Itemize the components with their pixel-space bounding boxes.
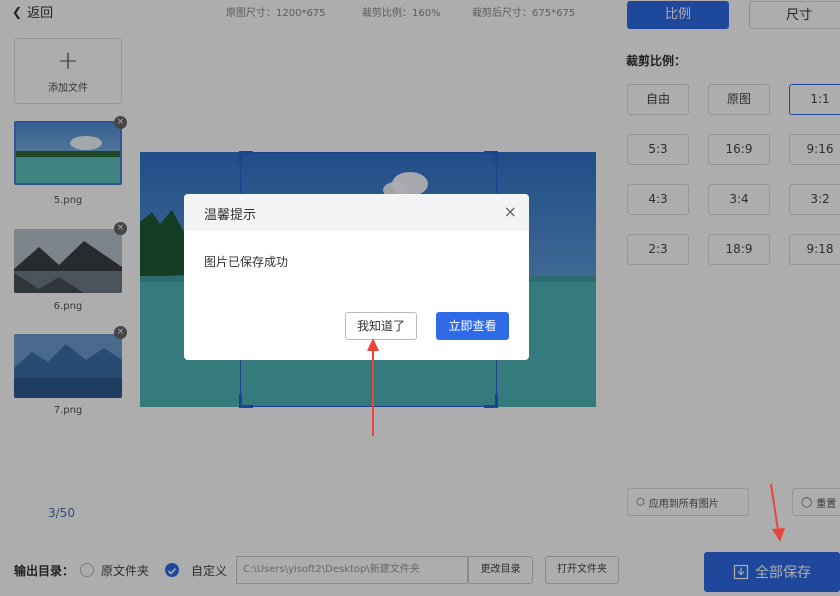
dialog-message: 图片已保存成功 xyxy=(204,255,289,269)
got-it-button[interactable]: 我知道了 xyxy=(345,312,417,340)
dialog-header: 温馨提示 × xyxy=(184,194,529,231)
tip-dialog: 温馨提示 × 图片已保存成功 我知道了 立即查看 xyxy=(184,194,529,360)
view-now-button[interactable]: 立即查看 xyxy=(436,312,509,340)
dialog-title: 温馨提示 xyxy=(204,208,257,223)
close-icon[interactable]: × xyxy=(504,202,517,221)
